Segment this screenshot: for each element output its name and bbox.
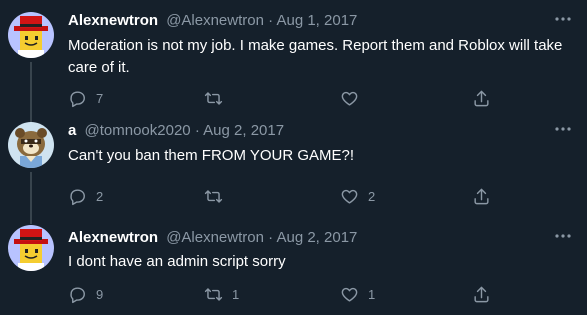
tweet-header: Alexnewtron @Alexnewtron · Aug 1, 2017	[68, 11, 357, 31]
roblox-avatar-image	[8, 225, 54, 271]
retweet-button[interactable]	[204, 186, 232, 206]
reply-button[interactable]: 2	[68, 186, 103, 206]
reply-count: 7	[96, 90, 104, 106]
share-icon	[474, 286, 489, 302]
like-button[interactable]	[340, 88, 368, 108]
handle[interactable]: @tomnook2020	[85, 122, 191, 139]
like-count: 2	[368, 188, 376, 204]
like-count: 1	[368, 286, 376, 302]
retweet-icon	[204, 287, 223, 301]
tweet-actions: 9 1 1	[68, 284, 508, 304]
tweet-text: I dont have an admin script sorry	[68, 253, 286, 270]
share-button[interactable]	[472, 284, 491, 304]
reply-count: 2	[96, 188, 104, 204]
timestamp[interactable]: Aug 2, 2017	[203, 122, 284, 139]
retweet-icon	[204, 91, 223, 105]
like-icon	[341, 91, 358, 106]
avatar[interactable]	[8, 225, 54, 271]
like-icon	[341, 287, 358, 302]
timestamp[interactable]: Aug 1, 2017	[276, 12, 357, 29]
reply-button[interactable]: 9	[68, 284, 103, 304]
timestamp[interactable]: Aug 2, 2017	[276, 229, 357, 246]
share-button[interactable]	[472, 88, 491, 108]
tweet-actions: 7	[68, 88, 508, 108]
retweet-icon	[204, 189, 223, 203]
conversation-thread: Alexnewtron @Alexnewtron · Aug 1, 2017 M…	[0, 0, 587, 315]
handle[interactable]: @Alexnewtron	[166, 12, 264, 29]
avatar[interactable]	[8, 122, 54, 168]
more-icon[interactable]	[553, 9, 573, 29]
separator: ·	[194, 122, 200, 139]
more-icon[interactable]	[553, 226, 573, 246]
share-icon	[474, 188, 489, 204]
more-icon[interactable]	[553, 119, 573, 139]
reply-button[interactable]: 7	[68, 88, 103, 108]
separator: ·	[268, 12, 274, 29]
retweet-button[interactable]	[204, 88, 232, 108]
tweet-header: a @tomnook2020 · Aug 2, 2017	[68, 121, 284, 141]
tweet-actions: 2 2	[68, 186, 508, 206]
avatar[interactable]	[8, 12, 54, 58]
separator: ·	[268, 229, 274, 246]
handle[interactable]: @Alexnewtron	[166, 229, 264, 246]
like-button[interactable]: 2	[340, 186, 375, 206]
reply-icon	[70, 286, 85, 303]
display-name[interactable]: Alexnewtron	[68, 229, 158, 246]
like-button[interactable]: 1	[340, 284, 375, 304]
display-name[interactable]: Alexnewtron	[68, 12, 158, 29]
retweet-count: 1	[232, 286, 240, 302]
like-icon	[341, 189, 358, 204]
roblox-avatar-image	[8, 12, 54, 58]
tweet[interactable]: Alexnewtron @Alexnewtron · Aug 2, 2017 I…	[0, 215, 587, 315]
display-name[interactable]: a	[68, 122, 76, 139]
tweet-text: Moderation is not my job. I make games. …	[68, 37, 563, 76]
share-button[interactable]	[472, 186, 491, 206]
reply-icon	[70, 188, 85, 205]
retweet-button[interactable]: 1	[204, 284, 239, 304]
tweet-text: Can't you ban them FROM YOUR GAME?!	[68, 147, 355, 164]
tweet-header: Alexnewtron @Alexnewtron · Aug 2, 2017	[68, 228, 357, 248]
reply-count: 9	[96, 286, 104, 302]
share-icon	[474, 90, 489, 106]
reply-icon	[70, 90, 85, 107]
tom-nook-avatar-image	[8, 122, 54, 168]
tweet[interactable]: a @tomnook2020 · Aug 2, 2017 Can't you b…	[0, 110, 587, 215]
tweet[interactable]: Alexnewtron @Alexnewtron · Aug 1, 2017 M…	[0, 0, 587, 108]
